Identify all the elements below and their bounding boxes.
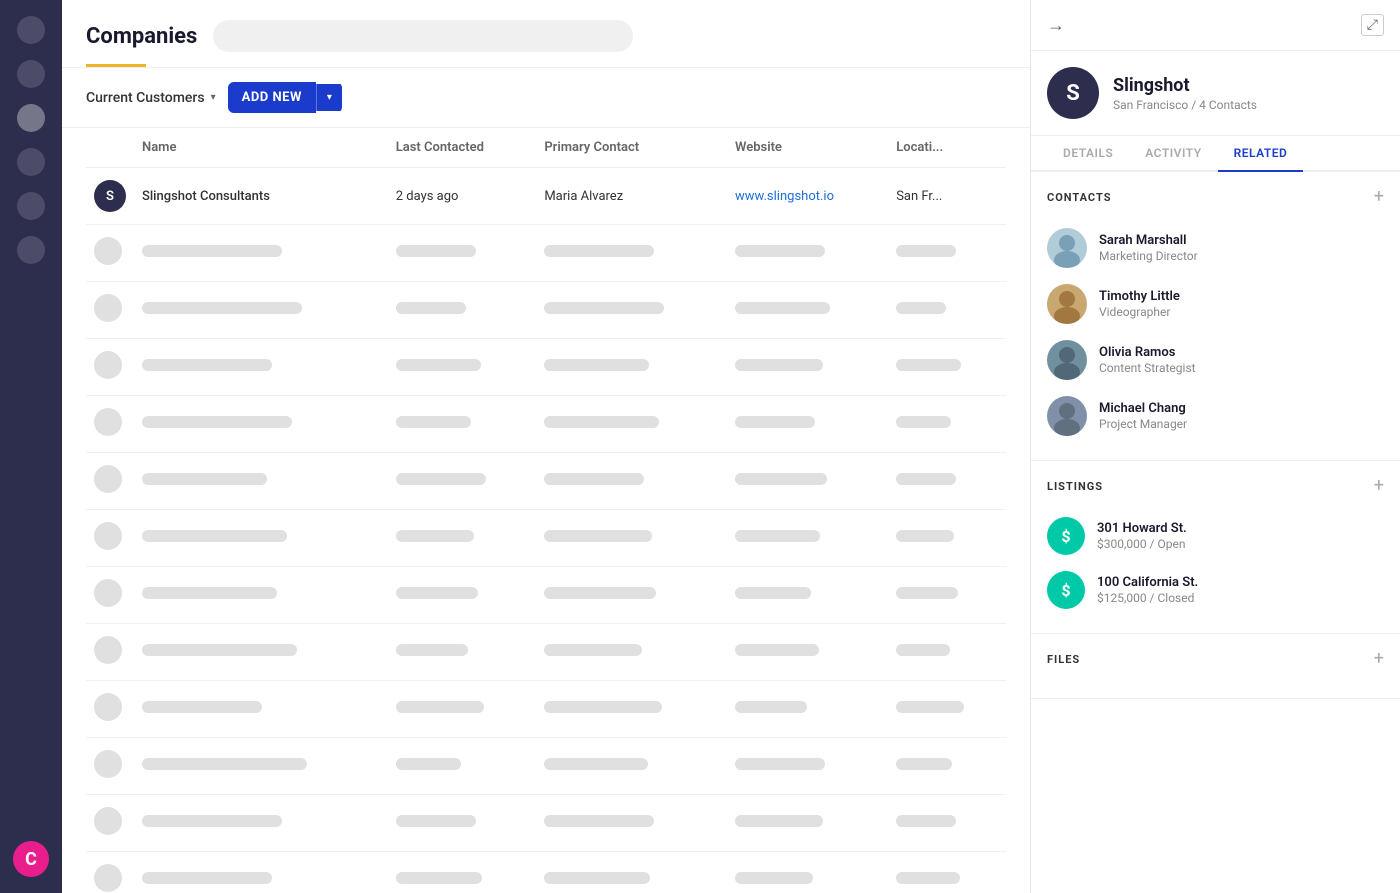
sidebar-item-5[interactable]	[17, 192, 45, 220]
external-link-icon[interactable]: ⤢	[1361, 14, 1384, 36]
company-avatar-small: S	[94, 180, 126, 212]
table-row[interactable]	[86, 624, 1006, 681]
table-row[interactable]	[86, 510, 1006, 567]
col-name: Name	[134, 128, 388, 168]
table-row[interactable]	[86, 795, 1006, 852]
filter-dropdown[interactable]: Current Customers ▾	[86, 90, 216, 106]
contact-item[interactable]: Olivia Ramos Content Strategist	[1047, 332, 1384, 388]
last-contacted-cell: 2 days ago	[388, 168, 537, 225]
page-title: Companies	[86, 24, 197, 49]
listing-details-1: $300,000 / Open	[1097, 537, 1187, 551]
sidebar: C	[0, 0, 62, 893]
contact-role-4: Project Manager	[1099, 417, 1187, 431]
company-name-cell: Slingshot Consultants	[134, 168, 388, 225]
header: Companies	[62, 0, 1030, 68]
listing-address-2: 100 California St.	[1097, 575, 1198, 590]
table-row[interactable]	[86, 225, 1006, 282]
panel-company-avatar: S	[1047, 67, 1099, 119]
sidebar-item-4[interactable]	[17, 148, 45, 176]
table-row[interactable]	[86, 282, 1006, 339]
listings-add-button[interactable]: +	[1374, 477, 1384, 495]
listing-item[interactable]: $ 301 Howard St. $300,000 / Open	[1047, 509, 1384, 563]
contacts-add-button[interactable]: +	[1374, 188, 1384, 206]
listings-section-title: LISTINGS	[1047, 480, 1103, 493]
sidebar-item-3[interactable]	[17, 104, 45, 132]
location-cell: San Fr...	[888, 168, 1006, 225]
contact-avatar-2	[1047, 284, 1087, 324]
sidebar-item-1[interactable]	[17, 16, 45, 44]
tab-related[interactable]: RELATED	[1218, 136, 1304, 172]
right-panel: → ⤢ S Slingshot San Francisco / 4 Contac…	[1030, 0, 1400, 893]
contact-role-1: Marketing Director	[1099, 249, 1198, 263]
contact-avatar-3	[1047, 340, 1087, 380]
contact-item[interactable]: Michael Chang Project Manager	[1047, 388, 1384, 444]
header-underline	[86, 64, 146, 67]
contact-item[interactable]: Timothy Little Videographer	[1047, 276, 1384, 332]
panel-tabs: DETAILS ACTIVITY RELATED	[1031, 136, 1400, 172]
col-avatar	[86, 128, 134, 168]
files-add-button[interactable]: +	[1374, 650, 1384, 668]
contacts-section-title: CONTACTS	[1047, 191, 1111, 204]
panel-company-info: S Slingshot San Francisco / 4 Contacts	[1031, 51, 1400, 136]
contact-name-1: Sarah Marshall	[1099, 233, 1198, 248]
tab-details[interactable]: DETAILS	[1047, 136, 1129, 172]
files-section: FILES +	[1031, 634, 1400, 699]
panel-header: → ⤢	[1031, 0, 1400, 51]
add-new-arrow-icon[interactable]: ▾	[316, 84, 342, 111]
col-primary-contact: Primary Contact	[536, 128, 727, 168]
table-row[interactable]	[86, 738, 1006, 795]
contact-avatar-1	[1047, 228, 1087, 268]
sidebar-logo[interactable]: C	[13, 841, 49, 877]
contact-name-4: Michael Chang	[1099, 401, 1187, 416]
files-section-title: FILES	[1047, 653, 1080, 666]
website-cell: www.slingshot.io	[727, 168, 888, 225]
contact-name-2: Timothy Little	[1099, 289, 1180, 304]
contact-role-3: Content Strategist	[1099, 361, 1196, 375]
companies-table: Name Last Contacted Primary Contact Webs…	[86, 128, 1006, 893]
row-avatar-cell: S	[86, 168, 134, 225]
panel-company-name: Slingshot	[1113, 75, 1257, 96]
table-row[interactable]	[86, 852, 1006, 893]
listings-section: LISTINGS + $ 301 Howard St. $300,000 / O…	[1031, 461, 1400, 634]
listing-details-2: $125,000 / Closed	[1097, 591, 1198, 605]
table-row[interactable]	[86, 339, 1006, 396]
listing-icon-2: $	[1047, 571, 1085, 609]
main-content: Companies Current Customers ▾ ADD NEW ▾ …	[62, 0, 1030, 893]
primary-contact-cell: Maria Alvarez	[536, 168, 727, 225]
contact-name-3: Olivia Ramos	[1099, 345, 1196, 360]
contact-avatar-4	[1047, 396, 1087, 436]
search-bar[interactable]	[213, 20, 633, 52]
table-row[interactable]	[86, 396, 1006, 453]
table-row[interactable]	[86, 681, 1006, 738]
toolbar: Current Customers ▾ ADD NEW ▾	[62, 68, 1030, 128]
col-last-contacted: Last Contacted	[388, 128, 537, 168]
table-row[interactable]	[86, 453, 1006, 510]
sidebar-item-2[interactable]	[17, 60, 45, 88]
sidebar-item-6[interactable]	[17, 236, 45, 264]
add-new-button[interactable]: ADD NEW ▾	[228, 82, 342, 113]
contact-item[interactable]: Sarah Marshall Marketing Director	[1047, 220, 1384, 276]
contact-role-2: Videographer	[1099, 305, 1180, 319]
add-new-label[interactable]: ADD NEW	[228, 82, 316, 113]
tab-activity[interactable]: ACTIVITY	[1129, 136, 1217, 172]
listing-icon-1: $	[1047, 517, 1085, 555]
table-row[interactable]: S Slingshot Consultants 2 days ago Maria…	[86, 168, 1006, 225]
arrow-right-icon[interactable]: →	[1047, 15, 1065, 36]
chevron-down-icon: ▾	[211, 92, 216, 103]
filter-label: Current Customers	[86, 90, 205, 106]
contacts-section: CONTACTS + Sarah Marshall Marketing Dire…	[1031, 172, 1400, 461]
col-website: Website	[727, 128, 888, 168]
listing-item[interactable]: $ 100 California St. $125,000 / Closed	[1047, 563, 1384, 617]
listing-address-1: 301 Howard St.	[1097, 521, 1187, 536]
table-container: Name Last Contacted Primary Contact Webs…	[62, 128, 1030, 893]
table-row[interactable]	[86, 567, 1006, 624]
website-link[interactable]: www.slingshot.io	[735, 189, 834, 204]
panel-company-meta: San Francisco / 4 Contacts	[1113, 98, 1257, 112]
col-location: Locati...	[888, 128, 1006, 168]
